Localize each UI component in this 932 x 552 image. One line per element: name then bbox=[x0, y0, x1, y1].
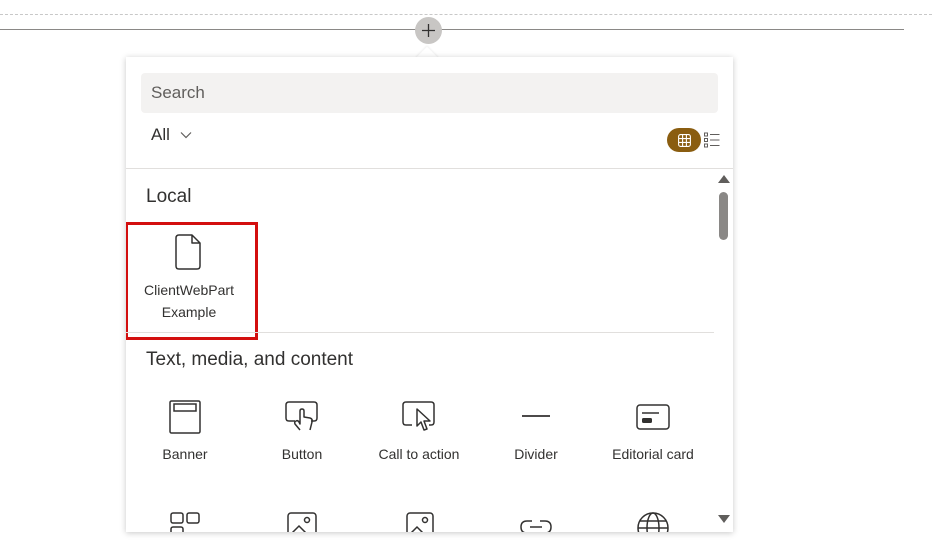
tile-label: Button bbox=[281, 446, 323, 462]
plus-icon bbox=[422, 24, 435, 37]
webpart-tile-divider[interactable]: Divider bbox=[477, 399, 595, 465]
section-title-local: Local bbox=[146, 186, 192, 207]
editorial-card-icon bbox=[636, 404, 670, 430]
button-icon bbox=[285, 401, 318, 431]
chevron-down-icon bbox=[180, 132, 192, 139]
image-gallery-icon[interactable] bbox=[403, 511, 435, 532]
grid-icon bbox=[677, 133, 691, 147]
scroll-up-arrow-icon[interactable] bbox=[718, 175, 730, 183]
layout-grid-icon[interactable] bbox=[169, 511, 201, 532]
webpart-picker-panel: Search All Local ClientWebPart Example T… bbox=[126, 57, 733, 532]
link-icon[interactable] bbox=[518, 511, 554, 532]
tile-label: Divider bbox=[514, 446, 558, 462]
highlight-box bbox=[126, 222, 258, 340]
call-to-action-icon bbox=[402, 401, 435, 431]
vertical-scrollbar[interactable] bbox=[716, 169, 733, 532]
tile-label: Editorial card bbox=[612, 446, 694, 462]
webpart-list: Local ClientWebPart Example Text, media,… bbox=[126, 169, 716, 532]
add-section-button[interactable] bbox=[415, 17, 442, 44]
search-input[interactable]: Search bbox=[141, 73, 718, 113]
divider-icon bbox=[522, 415, 550, 417]
search-placeholder: Search bbox=[151, 83, 205, 102]
webpart-tile-button[interactable]: Button bbox=[243, 399, 361, 465]
webpart-tile-banner[interactable]: Banner bbox=[126, 399, 244, 465]
webpart-tile-editorial-card[interactable]: Editorial card bbox=[594, 399, 712, 465]
scroll-thumb[interactable] bbox=[719, 192, 728, 240]
grid-view-toggle[interactable] bbox=[667, 128, 701, 152]
webpart-tile-call-to-action[interactable]: Call to action bbox=[360, 399, 478, 465]
section-boundary-dashed bbox=[0, 14, 932, 15]
section-divider-line bbox=[0, 29, 904, 30]
tile-label: Call to action bbox=[378, 446, 460, 462]
globe-icon[interactable] bbox=[636, 511, 670, 532]
image-icon[interactable] bbox=[286, 511, 318, 532]
scroll-down-arrow-icon[interactable] bbox=[718, 515, 730, 523]
filter-selected-value: All bbox=[151, 125, 170, 144]
section-title-text-media: Text, media, and content bbox=[146, 349, 354, 370]
tile-label: Banner bbox=[162, 446, 208, 462]
section-divider bbox=[126, 332, 714, 333]
category-filter-dropdown[interactable]: All bbox=[151, 125, 192, 145]
list-view-toggle[interactable] bbox=[704, 132, 720, 148]
list-icon bbox=[704, 132, 720, 148]
banner-icon bbox=[169, 400, 201, 434]
